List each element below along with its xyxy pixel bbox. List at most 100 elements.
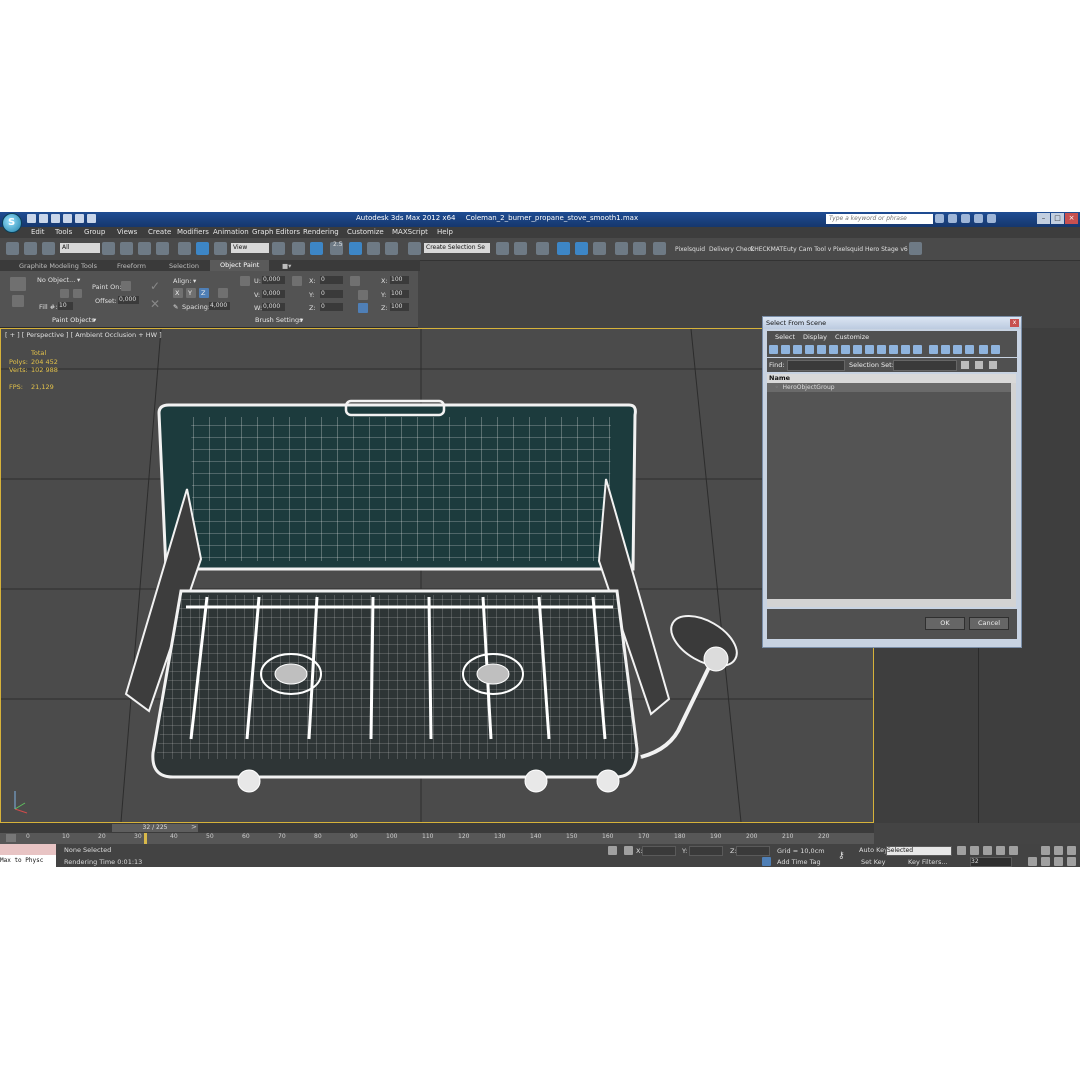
dialog-menu-select[interactable]: Select: [775, 333, 795, 341]
display-xrefs-icon[interactable]: [853, 345, 862, 354]
select-object-icon[interactable]: [102, 242, 115, 255]
key-filters-button[interactable]: Key Filters...: [908, 858, 948, 866]
select-manipulate-icon[interactable]: [292, 242, 305, 255]
curve-editor-icon[interactable]: [575, 242, 588, 255]
find-input[interactable]: [787, 360, 845, 371]
fill-input[interactable]: 10: [58, 302, 73, 310]
tab-freeform[interactable]: Freeform: [117, 262, 146, 270]
schematic-view-icon[interactable]: [593, 242, 606, 255]
brush-settings-group-label[interactable]: Brush Settings: [255, 316, 302, 324]
x-rotation-input[interactable]: 0: [320, 276, 343, 284]
minimize-button[interactable]: –: [1037, 213, 1050, 224]
y-rotation-input[interactable]: 0: [320, 290, 343, 298]
menu-views[interactable]: Views: [117, 228, 137, 236]
time-configuration-icon[interactable]: [1028, 857, 1037, 866]
ribbon-options-icon[interactable]: ■▾: [282, 262, 291, 270]
keyboard-shortcut-icon[interactable]: [310, 242, 323, 255]
w-input[interactable]: 0,000: [262, 303, 285, 311]
align-dropdown-icon[interactable]: ▾: [193, 277, 196, 285]
mirror-icon[interactable]: [496, 242, 509, 255]
orbit-icon[interactable]: [1067, 857, 1076, 866]
help-icon[interactable]: [987, 214, 996, 223]
track-bar[interactable]: 0 10 20 30 40 50 60 70 80 90 100 110 120 130 140 150 160…: [0, 833, 874, 844]
absolute-mode-icon[interactable]: [624, 846, 633, 855]
favorites-star-icon[interactable]: [974, 214, 983, 223]
no-object-dropdown-icon[interactable]: ▾: [77, 276, 80, 284]
pivot-center-icon[interactable]: [272, 242, 285, 255]
menu-customize[interactable]: Customize: [347, 228, 384, 236]
spacing-input[interactable]: 4,000: [209, 302, 230, 310]
scale-x-input[interactable]: 100: [390, 276, 409, 284]
previous-frame-icon[interactable]: [970, 846, 979, 855]
time-slider[interactable]: < 32 / 225 >: [0, 823, 874, 833]
go-to-end-icon[interactable]: [1009, 846, 1018, 855]
menu-create[interactable]: Create: [148, 228, 171, 236]
scale-lock-icon[interactable]: [358, 303, 368, 313]
teapot-render-icon[interactable]: [909, 242, 922, 255]
display-geometry-icon[interactable]: [769, 345, 778, 354]
edit-selection-set-icon[interactable]: [975, 361, 983, 369]
maxscript-mini-input[interactable]: Max to Physc: [0, 855, 56, 867]
scale-icon[interactable]: [214, 242, 227, 255]
filter-funnel-icon[interactable]: [979, 345, 988, 354]
percent-snap-icon[interactable]: [367, 242, 380, 255]
edit-named-selection-icon[interactable]: [408, 242, 421, 255]
set-key-button[interactable]: Set Key: [861, 858, 886, 866]
window-crossing-icon[interactable]: [156, 242, 169, 255]
menu-modifiers[interactable]: Modifiers: [177, 228, 209, 236]
close-window-button[interactable]: ×: [1065, 213, 1078, 224]
rendered-frame-icon[interactable]: [653, 242, 666, 255]
time-tag-icon[interactable]: [762, 857, 771, 866]
cancel-button[interactable]: Cancel: [969, 617, 1009, 630]
ok-button[interactable]: OK: [925, 617, 965, 630]
link-icon[interactable]: [6, 242, 19, 255]
commit-check-icon[interactable]: ✓: [150, 279, 160, 293]
selection-set-dropdown[interactable]: [893, 360, 957, 371]
spinner-snap-icon[interactable]: [385, 242, 398, 255]
list-horizontal-scrollbar[interactable]: [767, 599, 1016, 607]
plugin-pixelsquid-1[interactable]: Pixelsquid: [675, 246, 705, 253]
display-cameras-icon[interactable]: [805, 345, 814, 354]
auto-key-button[interactable]: Auto Key: [859, 846, 888, 854]
display-invert-icon[interactable]: [901, 345, 910, 354]
rect-selection-icon[interactable]: [138, 242, 151, 255]
select-by-name-icon[interactable]: [120, 242, 133, 255]
pan-hand-icon[interactable]: [1054, 857, 1063, 866]
delete-selection-set-icon[interactable]: [989, 361, 997, 369]
undo-icon[interactable]: [63, 214, 72, 223]
tab-graphite-modeling-tools[interactable]: Graphite Modeling Tools: [19, 262, 97, 270]
key-icon[interactable]: ⚷: [838, 851, 845, 861]
menu-edit[interactable]: Edit: [31, 228, 45, 236]
zoom-icon[interactable]: [1041, 846, 1050, 855]
sync-selection-icon[interactable]: [913, 345, 922, 354]
subscription-icon[interactable]: [948, 214, 957, 223]
angle-snap-icon[interactable]: [349, 242, 362, 255]
layers-icon[interactable]: [965, 345, 974, 354]
dialog-menu-customize[interactable]: Customize: [835, 333, 869, 341]
axis-y-toggle[interactable]: Y: [186, 288, 196, 298]
display-bones-icon[interactable]: [865, 345, 874, 354]
no-object-label[interactable]: No Object...: [37, 276, 75, 284]
new-file-icon[interactable]: [27, 214, 36, 223]
name-column-header[interactable]: Name: [767, 374, 1016, 383]
selection-filter-dropdown[interactable]: All: [60, 243, 100, 253]
z-rotation-input[interactable]: 0: [320, 303, 343, 311]
material-editor-icon[interactable]: [615, 242, 628, 255]
next-frame-icon[interactable]: >: [191, 823, 197, 831]
offset-input[interactable]: 0,000: [118, 296, 139, 304]
brush-settings-dropdown-icon[interactable]: ▾: [300, 316, 303, 324]
menu-animation[interactable]: Animation: [213, 228, 249, 236]
zoom-extents-icon[interactable]: [1067, 846, 1076, 855]
filter-options-icon[interactable]: [991, 345, 1000, 354]
u-input[interactable]: 0,000: [262, 276, 285, 284]
display-none-icon[interactable]: [889, 345, 898, 354]
lock-selection-icon[interactable]: [608, 846, 617, 855]
display-all-icon[interactable]: [877, 345, 886, 354]
binoculars-icon[interactable]: [935, 214, 944, 223]
axis-z-toggle[interactable]: Z: [199, 288, 209, 298]
project-folder-icon[interactable]: [87, 214, 96, 223]
bind-space-warp-icon[interactable]: [42, 242, 55, 255]
z-coord-field[interactable]: [736, 846, 770, 856]
menu-group[interactable]: Group: [84, 228, 105, 236]
redo-icon[interactable]: [75, 214, 84, 223]
